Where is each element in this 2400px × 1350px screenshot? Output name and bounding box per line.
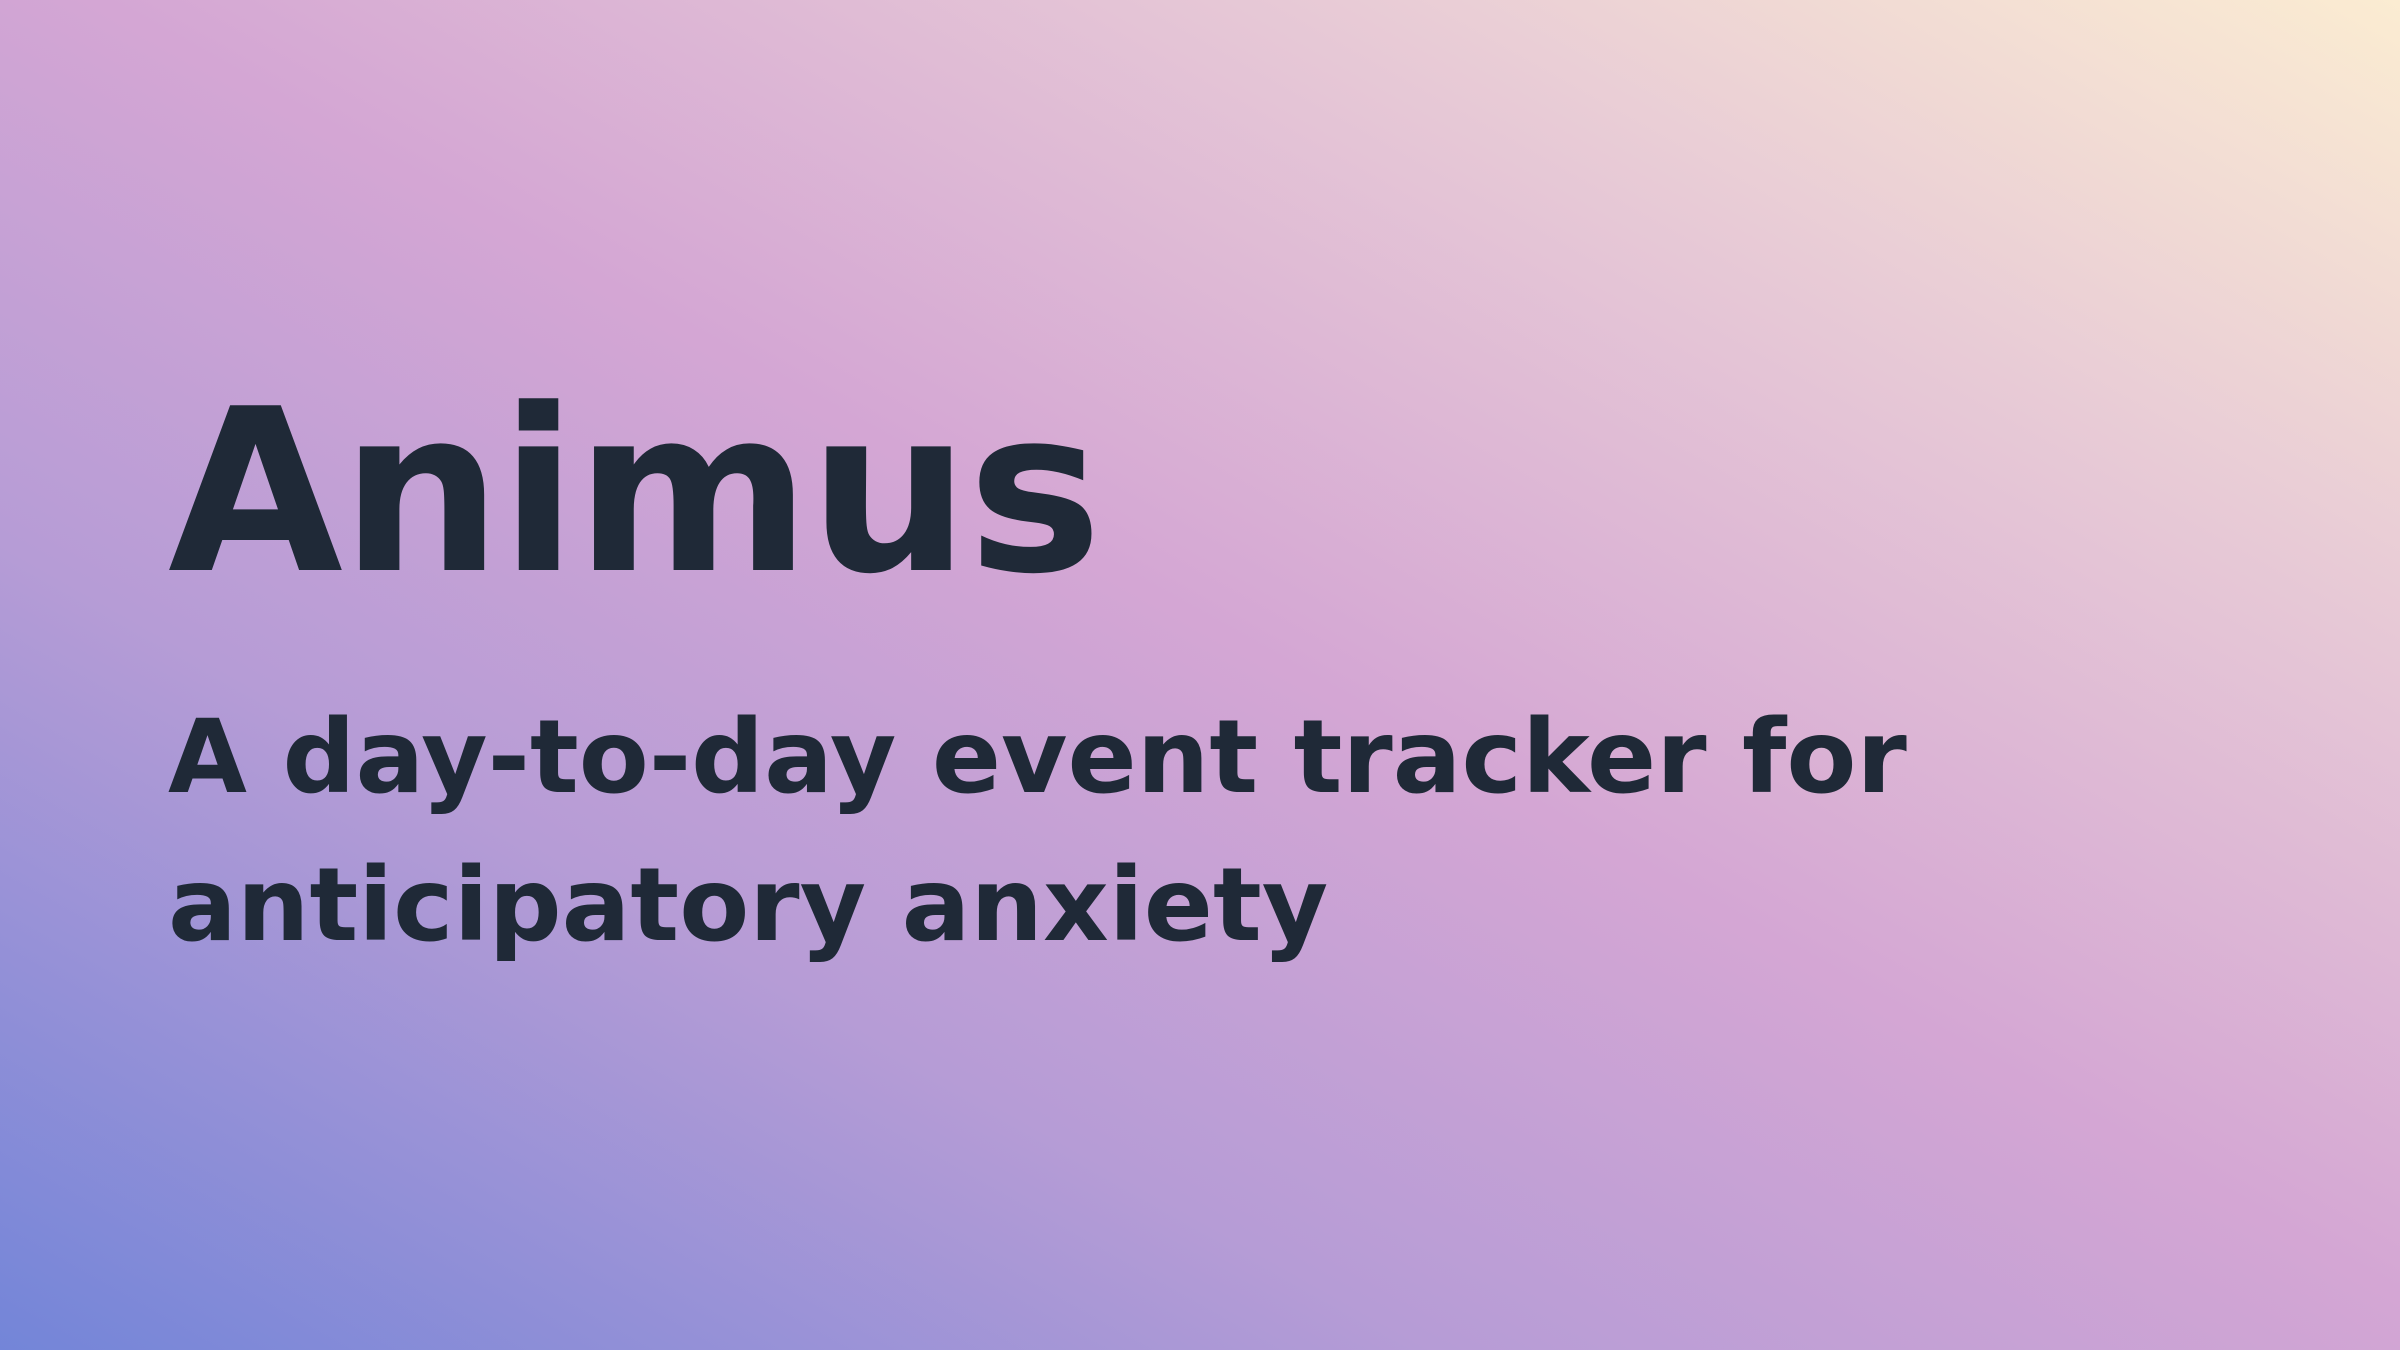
- app-tagline: A day-to-day event tracker for anticipat…: [168, 684, 2068, 980]
- tagline-line-1: A day-to-day event tracker for: [168, 698, 1907, 817]
- app-title: Animus: [168, 361, 1102, 624]
- tagline-line-2: anticipatory anxiety: [168, 846, 1329, 965]
- title-slide: Animus A day-to-day event tracker for an…: [168, 380, 2068, 980]
